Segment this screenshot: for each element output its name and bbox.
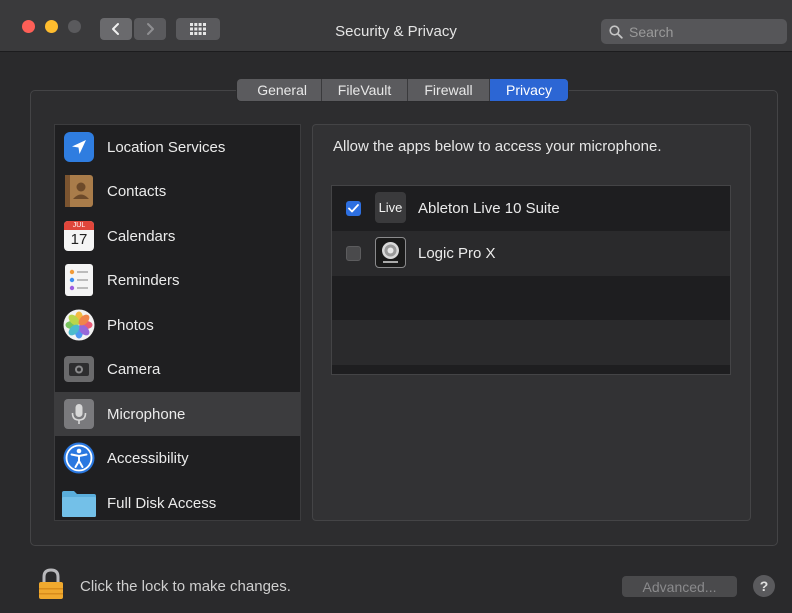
empty-row: [332, 320, 730, 365]
sidebar-item-label: Reminders: [107, 271, 180, 289]
accessibility-icon: [63, 442, 95, 474]
calendar-month: JUL: [72, 222, 86, 229]
app-checkbox-ableton-live[interactable]: [346, 201, 361, 216]
sidebar-item-label: Contacts: [107, 182, 167, 200]
sidebar-item-reminders[interactable]: Reminders: [55, 258, 300, 302]
sidebar-item-accessibility[interactable]: Accessibility: [55, 436, 300, 480]
tab-privacy-label: Privacy: [506, 82, 552, 98]
sidebar-item-contacts[interactable]: Contacts: [55, 169, 300, 213]
tab-bar: General FileVault Firewall Privacy: [237, 79, 568, 101]
tab-filevault-label: FileVault: [337, 82, 392, 98]
ableton-live-icon-text: Live: [378, 200, 403, 215]
app-checkbox-logic-pro-x[interactable]: [346, 246, 361, 261]
tab-firewall[interactable]: Firewall: [407, 79, 489, 101]
calendar-icon: JUL 17: [64, 221, 94, 251]
sidebar-item-label: Full Disk Access: [107, 494, 217, 512]
sidebar-item-camera[interactable]: Camera: [55, 347, 300, 391]
checkmark-icon: [348, 204, 359, 213]
location-arrow-icon: [64, 132, 94, 162]
tab-privacy[interactable]: Privacy: [489, 79, 568, 101]
sidebar-item-label: Microphone: [107, 405, 186, 423]
app-name: Logic Pro X: [418, 245, 496, 262]
sidebar-item-label: Camera: [107, 360, 161, 378]
camera-icon: [64, 356, 94, 382]
sidebar-item-microphone[interactable]: Microphone: [55, 392, 300, 436]
app-row-ableton-live[interactable]: Live Ableton Live 10 Suite: [332, 186, 730, 231]
reminders-list-icon: [65, 264, 93, 296]
calendar-day: 17: [70, 231, 88, 248]
app-row-logic-pro-x[interactable]: Logic Pro X: [332, 231, 730, 276]
search-field[interactable]: Search: [601, 19, 787, 44]
sidebar-item-full-disk-access[interactable]: Full Disk Access: [55, 481, 300, 525]
lock-button[interactable]: [37, 568, 65, 600]
lock-icon: [39, 568, 63, 599]
contacts-book-icon: [65, 175, 93, 207]
sidebar-item-label: Calendars: [107, 227, 176, 245]
folder-icon: [61, 488, 97, 518]
sidebar-item-location-services[interactable]: Location Services: [55, 125, 300, 169]
microphone-app-list[interactable]: Live Ableton Live 10 Suite Logic Pro X: [331, 185, 731, 375]
ableton-live-icon: Live: [375, 192, 406, 223]
tab-firewall-label: Firewall: [424, 82, 473, 98]
sidebar-item-calendars[interactable]: JUL 17 Calendars: [55, 214, 300, 258]
sidebar-item-label: Location Services: [107, 138, 226, 156]
sidebar-item-label: Photos: [107, 316, 154, 334]
tab-general[interactable]: General: [237, 79, 321, 101]
empty-row: [332, 276, 730, 321]
app-name: Ableton Live 10 Suite: [418, 200, 560, 217]
sidebar-item-label: Accessibility: [107, 449, 189, 467]
search-placeholder: Search: [629, 23, 674, 40]
search-icon: [609, 24, 623, 39]
sidebar-item-photos[interactable]: Photos: [55, 303, 300, 347]
microphone-icon: [64, 399, 94, 429]
lock-message: Click the lock to make changes.: [80, 578, 291, 595]
logic-pro-icon: [375, 237, 406, 268]
photos-flower-icon: [63, 309, 95, 341]
title-bar: Security & Privacy Search: [0, 0, 792, 52]
tab-filevault[interactable]: FileVault: [321, 79, 407, 101]
help-button[interactable]: ?: [753, 575, 775, 597]
tab-general-label: General: [257, 82, 307, 98]
privacy-category-list: Location Services Contacts JUL 17 Calend…: [54, 124, 301, 521]
advanced-button[interactable]: Advanced...: [622, 576, 737, 597]
microphone-description: Allow the apps below to access your micr…: [333, 138, 662, 155]
